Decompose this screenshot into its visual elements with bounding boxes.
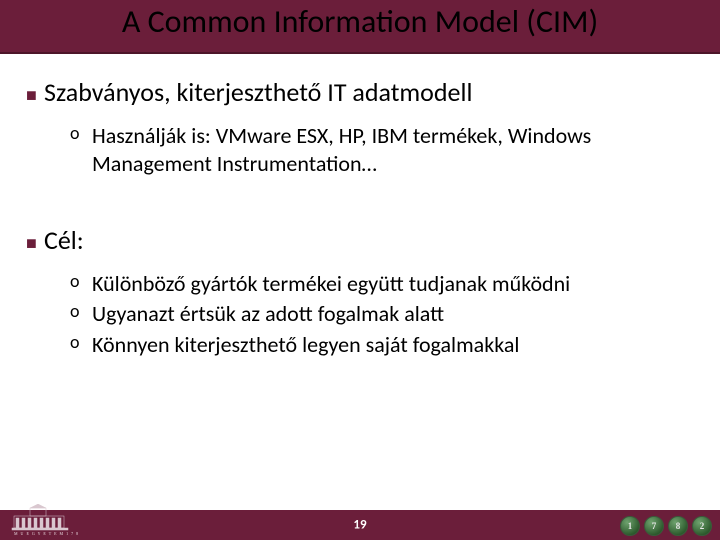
badge-icon: 8 — [668, 516, 688, 536]
sub-bullet-text: Könnyen kiterjeszthető legyen saját foga… — [92, 331, 694, 359]
bullet-level2: o Különböző gyártók termékei együtt tudj… — [70, 270, 694, 298]
svg-text:M U E G Y E T E M 1 7 8 2: M U E G Y E T E M 1 7 8 2 — [14, 531, 78, 536]
badge-label: 1 — [628, 521, 633, 531]
footer-bar: M U E G Y E T E M 1 7 8 2 19 1 7 8 2 — [0, 510, 720, 540]
sub-bullet-text: Használják is: VMware ESX, HP, IBM termé… — [92, 122, 694, 178]
bullet-text: Cél: — [44, 226, 694, 256]
circle-bullet-icon: o — [70, 300, 92, 323]
square-bullet-icon: ■ — [26, 226, 44, 260]
sub-bullet-group: o Használják is: VMware ESX, HP, IBM ter… — [70, 122, 694, 178]
bullet-level2: o Ugyanazt értsük az adott fogalmak alat… — [70, 300, 694, 328]
bullet-level1: ■ Cél: — [26, 226, 694, 260]
sub-bullet-group: o Különböző gyártók termékei együtt tudj… — [70, 270, 694, 358]
footer-badges: 1 7 8 2 — [620, 516, 712, 536]
spacer — [26, 184, 694, 222]
circle-bullet-icon: o — [70, 270, 92, 293]
sub-bullet-text: Ugyanazt értsük az adott fogalmak alatt — [92, 300, 694, 328]
square-bullet-icon: ■ — [26, 78, 44, 112]
badge-icon: 1 — [620, 516, 640, 536]
badge-label: 2 — [700, 521, 705, 531]
badge-icon: 2 — [692, 516, 712, 536]
university-logo-icon: M U E G Y E T E M 1 7 8 2 — [8, 504, 78, 536]
sub-bullet-text: Különböző gyártók termékei együtt tudjan… — [92, 270, 694, 298]
bullet-text: Szabványos, kiterjeszthető IT adatmodell — [44, 78, 694, 108]
circle-bullet-icon: o — [70, 122, 92, 145]
bullet-level2: o Használják is: VMware ESX, HP, IBM ter… — [70, 122, 694, 178]
slide-title: A Common Information Model (CIM) — [0, 6, 720, 38]
circle-bullet-icon: o — [70, 331, 92, 354]
badge-label: 7 — [652, 521, 657, 531]
bullet-level2: o Könnyen kiterjeszthető legyen saját fo… — [70, 331, 694, 359]
slide-body: ■ Szabványos, kiterjeszthető IT adatmode… — [0, 54, 720, 359]
badge-icon: 7 — [644, 516, 664, 536]
badge-label: 8 — [676, 521, 681, 531]
page-number: 19 — [353, 518, 366, 533]
bullet-level1: ■ Szabványos, kiterjeszthető IT adatmode… — [26, 78, 694, 112]
